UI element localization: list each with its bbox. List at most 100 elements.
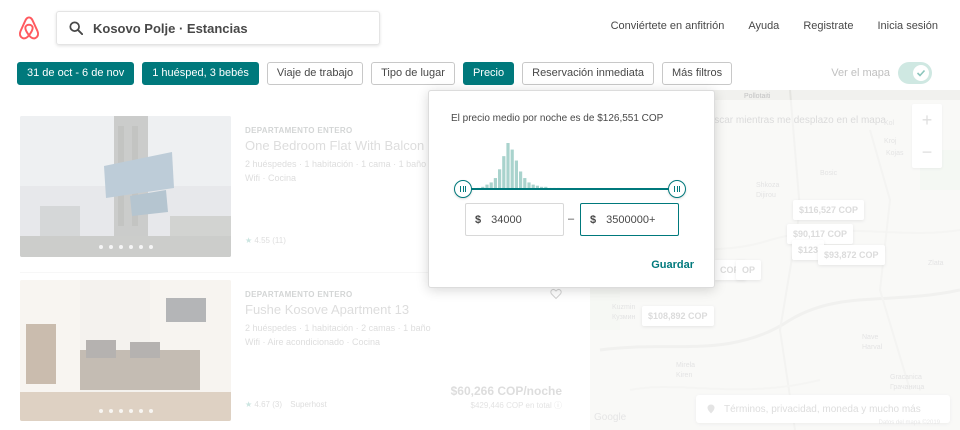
top-header: Kosovo Polje · Estancias Conviértete en …: [0, 0, 960, 56]
place-type-filter-button[interactable]: Tipo de lugar: [371, 62, 455, 85]
save-button[interactable]: Guardar: [651, 259, 694, 271]
nav-sign-up[interactable]: Registrate: [803, 20, 853, 32]
price-filter-button[interactable]: Precio: [462, 62, 515, 85]
listing-photo[interactable]: [20, 280, 231, 421]
currency-symbol: $: [475, 213, 482, 226]
listing-rating: ★ 4.67 (3) Superhost: [245, 400, 327, 409]
nav-become-host[interactable]: Conviértete en anfitrión: [611, 20, 725, 32]
total-price: $429,446 COP en total ⓘ: [451, 400, 562, 411]
review-count: (11): [272, 236, 286, 245]
instant-book-filter-button[interactable]: Reservación inmediata: [522, 62, 655, 85]
grip-icon: [674, 186, 680, 192]
show-map-toggle-group: Ver el mapa: [831, 62, 932, 84]
rating-value: 4.55: [254, 236, 270, 245]
map-footer-text: Términos, privacidad, moneda y mucho más: [724, 403, 921, 415]
google-logo: Google: [594, 412, 627, 423]
rating-value: 4.67: [254, 400, 270, 409]
listing-type: DEPARTAMENTO ENTERO: [245, 290, 353, 299]
map-zoom-controls: + −: [912, 104, 942, 168]
listing-price: $60,266 COP/noche $429,446 COP en total …: [451, 384, 562, 411]
histogram-bar: [514, 160, 518, 189]
map-place-label: Mirela: [676, 362, 696, 369]
price-histogram: [477, 143, 560, 189]
heart-icon[interactable]: [550, 288, 562, 300]
price-slider-track[interactable]: [463, 188, 677, 190]
map-place-label: Pollotaiti: [744, 93, 771, 100]
listing-title[interactable]: Fushe Kosove Apartment 13: [245, 302, 575, 317]
map-place-label: Kol: [884, 120, 895, 127]
min-price-slider-handle[interactable]: [454, 180, 472, 198]
search-icon: [69, 21, 83, 35]
map-place-label: Kiren: [676, 372, 693, 379]
histogram-bar: [498, 169, 502, 189]
average-price-caption: El precio medio por noche es de $126,551…: [451, 113, 664, 124]
listing-amenities: Wifi · Aire acondicionado · Cocina: [245, 337, 381, 347]
nav-help[interactable]: Ayuda: [748, 20, 779, 32]
work-trip-filter-button[interactable]: Viaje de trabajo: [266, 62, 364, 85]
building-photo-image: [20, 116, 231, 257]
histogram-bar: [510, 149, 514, 189]
map-price-pin[interactable]: $116,527 COP: [793, 200, 865, 220]
map-place-label: Gracanica: [890, 374, 922, 381]
map-price-pin[interactable]: OP: [736, 260, 762, 280]
listing-rating: ★ 4.55 (11): [245, 236, 286, 245]
listing-photo[interactable]: [20, 116, 231, 257]
listing-info: DEPARTAMENTO ENTERO Fushe Kosove Apartme…: [245, 290, 575, 347]
min-price-input[interactable]: $ 34000: [465, 203, 564, 236]
photo-pagination: [20, 245, 231, 249]
map-place-label: Shkoza: [756, 182, 780, 189]
nightly-price: $60,266 COP/noche: [450, 384, 562, 398]
price-filter-popover: El precio medio por noche es de $126,551…: [428, 90, 715, 288]
map-place-label: Kuzmin: [612, 304, 636, 311]
airbnb-logo-icon[interactable]: [16, 15, 42, 41]
show-map-label: Ver el mapa: [831, 67, 890, 79]
photo-pagination: [20, 409, 231, 413]
map-place-label: Harval: [862, 344, 883, 351]
nav-log-in[interactable]: Inicia sesión: [877, 20, 938, 32]
star-icon: ★: [245, 236, 253, 245]
map-price-pin[interactable]: $93,872 COP: [818, 245, 885, 265]
toggle-knob: [912, 64, 930, 82]
search-as-move-checkbox[interactable]: Buscar mientras me desplazo en el mapa: [702, 115, 886, 126]
info-icon[interactable]: ⓘ: [554, 401, 562, 410]
max-price-input[interactable]: $ 3500000+: [580, 203, 679, 236]
total-price-text: $429,446 COP en total: [470, 401, 552, 410]
map-place-label: Kroj: [884, 138, 897, 145]
range-separator: –: [568, 213, 575, 225]
map-place-label: Bosic: [820, 170, 838, 177]
grip-icon: [460, 186, 466, 192]
map-place-label: Zlata: [928, 260, 944, 267]
map-data-attribution: Datos del mapa ©2019: [878, 420, 940, 426]
superhost-badge: Superhost: [290, 400, 327, 409]
review-count: (3): [272, 400, 282, 409]
search-location-text: Kosovo Polje · Estancias: [93, 20, 248, 36]
apartment-photo-image: [20, 280, 231, 421]
guests-filter-button[interactable]: 1 huésped, 3 bebés: [142, 62, 259, 85]
currency-symbol: $: [590, 213, 597, 226]
more-filters-button[interactable]: Más filtros: [662, 62, 733, 85]
filter-bar: 31 de oct - 6 de nov 1 huésped, 3 bebés …: [17, 62, 733, 86]
map-footer-button[interactable]: Términos, privacidad, moneda y mucho más: [696, 395, 950, 423]
dates-filter-button[interactable]: 31 de oct - 6 de nov: [17, 62, 135, 85]
star-icon: ★: [245, 400, 253, 409]
page: Kosovo Polje · Estancias Conviértete en …: [0, 0, 960, 430]
listing-details: 2 huéspedes · 1 habitación · 2 camas · 1…: [245, 323, 431, 333]
zoom-in-button[interactable]: +: [922, 104, 933, 136]
location-pin-icon: [707, 404, 715, 414]
map-place-label: Kojas: [886, 150, 904, 157]
top-nav: Conviértete en anfitrión Ayuda Registrat…: [611, 20, 938, 32]
max-price-slider-handle[interactable]: [668, 180, 686, 198]
check-icon: [916, 69, 926, 77]
histogram-bar: [502, 156, 506, 189]
listing-card[interactable]: DEPARTAMENTO ENTERO Fushe Kosove Apartme…: [20, 280, 572, 425]
map-place-label: Nave: [862, 334, 879, 341]
map-price-pin[interactable]: $108,892 COP: [642, 306, 714, 326]
min-price-value: 34000: [491, 213, 522, 226]
histogram-bar: [519, 171, 523, 189]
search-input[interactable]: Kosovo Polje · Estancias: [56, 11, 380, 45]
map-place-label: Dijirou: [756, 192, 776, 199]
histogram-bar: [506, 143, 510, 189]
zoom-out-button[interactable]: −: [922, 136, 933, 168]
show-map-toggle[interactable]: [898, 62, 932, 84]
map-place-label: Кузмин: [612, 314, 636, 321]
